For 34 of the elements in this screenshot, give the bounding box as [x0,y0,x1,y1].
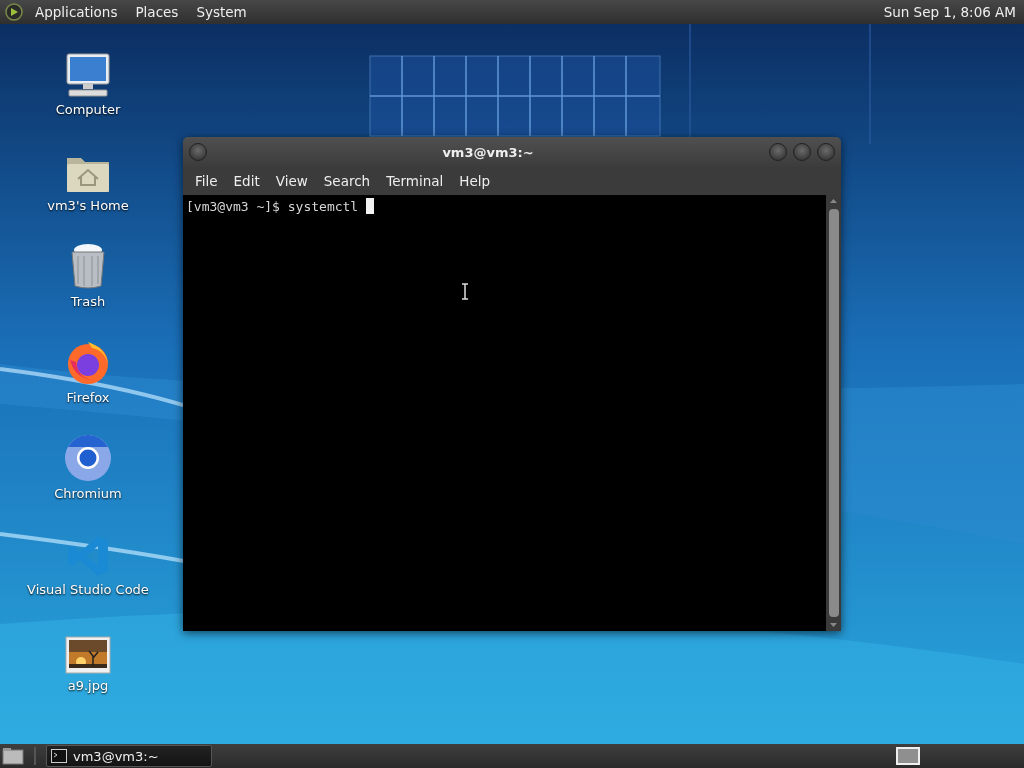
desktop-icon-label[interactable]: Computer [55,102,121,117]
image-file-icon[interactable] [65,636,111,674]
maximize-button[interactable] [793,143,811,161]
window-title: vm3@vm3:~ [441,144,535,160]
workspace-switcher[interactable] [896,747,920,765]
scrollbar[interactable] [826,195,841,631]
desktop-icon-label[interactable]: Firefox [66,390,110,405]
panel-menu[interactable]: Applications [28,4,125,20]
desktop-icon-label[interactable]: Trash [70,294,106,309]
taskbar-window-button[interactable]: vm3@vm3:~ [46,745,212,767]
terminal-icon [51,749,67,763]
chromium-icon[interactable] [64,434,112,482]
clock[interactable]: Sun Sep 1, 8:06 AM [883,4,1020,20]
text-cursor [366,198,374,214]
distro-logo-icon[interactable] [4,2,24,22]
menu-item[interactable]: View [267,173,316,189]
text-cursor-icon [461,283,469,300]
close-button[interactable] [817,143,835,161]
menu-item[interactable]: Search [315,173,379,189]
code-editor-icon[interactable] [66,534,110,578]
window-menu-button[interactable] [189,143,207,161]
menu-item[interactable]: File [187,173,226,189]
terminal-line: [vm3@vm3 ~]$ systemctl [186,198,360,214]
panel-menu[interactable]: System [189,4,254,20]
minimize-button[interactable] [769,143,787,161]
desktop-icon-label[interactable]: vm3's Home [47,198,129,213]
panel-menu[interactable]: Places [128,4,186,20]
desktop-icon-label[interactable]: Chromium [54,486,122,501]
trash-icon[interactable] [68,242,108,290]
menu-item[interactable]: Terminal [378,173,452,189]
menu-item[interactable]: Help [451,173,499,189]
show-desktop-icon[interactable] [2,747,24,765]
computer-icon[interactable] [63,52,113,98]
menu-item[interactable]: Edit [225,173,268,189]
